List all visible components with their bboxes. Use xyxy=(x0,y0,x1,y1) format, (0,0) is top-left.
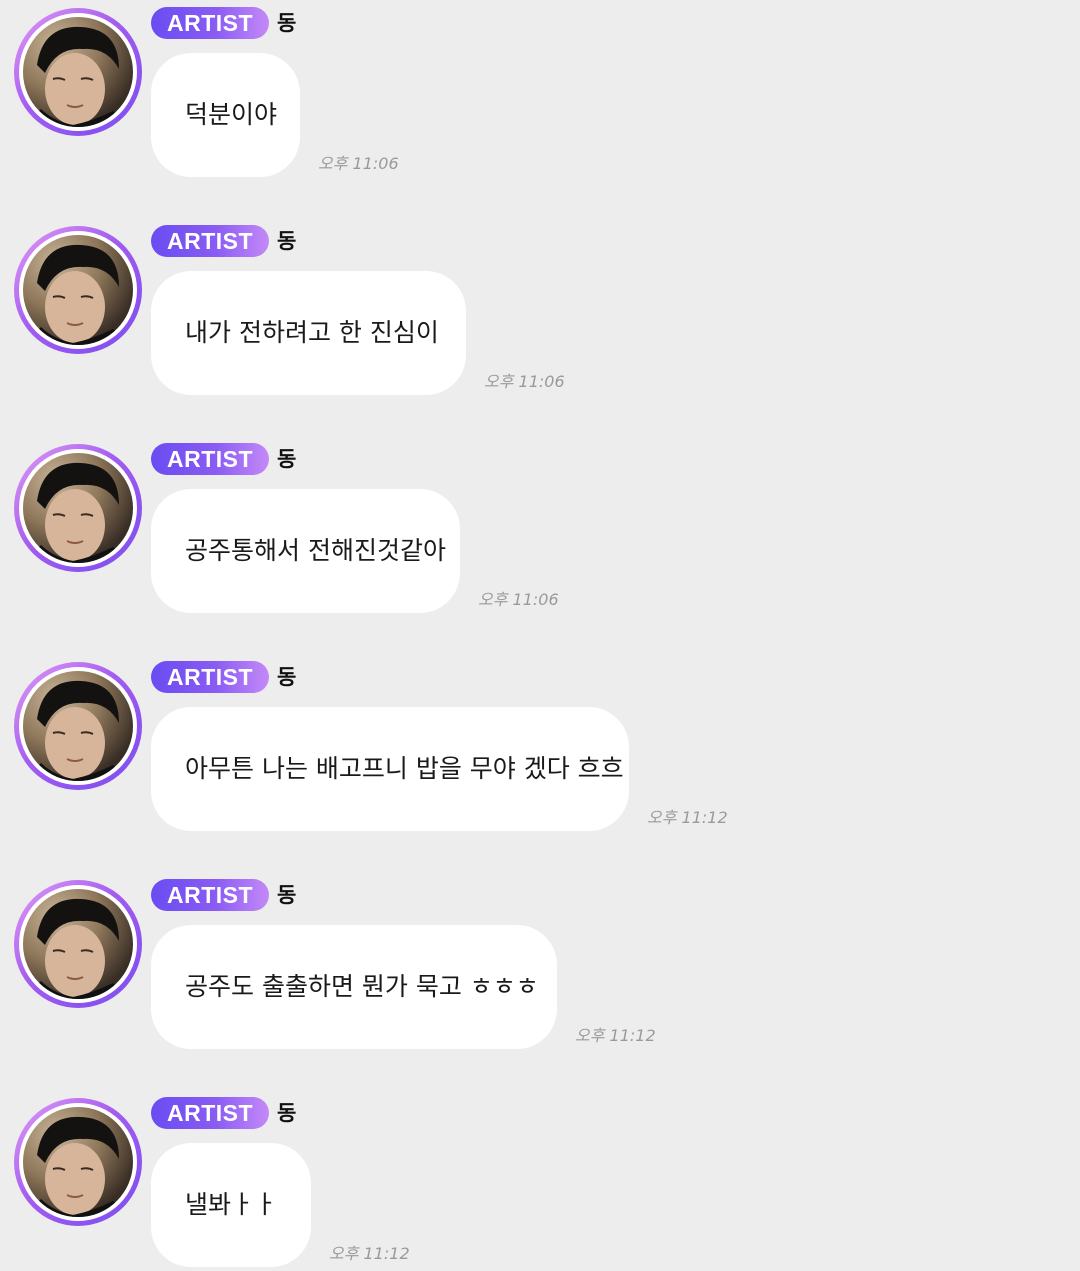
avatar-ring xyxy=(19,13,137,131)
sender-name: 동 xyxy=(277,883,297,907)
avatar-photo xyxy=(23,453,133,563)
artist-badge: ARTIST xyxy=(151,1097,269,1129)
message-bubble[interactable]: 공주도 출출하면 뭔가 묵고 ㅎㅎㅎ xyxy=(151,925,557,1049)
avatar-ring xyxy=(19,885,137,1003)
chat-message: ARTIST 동 덕분이야 오후 11:06 xyxy=(0,0,1080,218)
artist-badge: ARTIST xyxy=(151,661,269,693)
sender-name: 동 xyxy=(277,665,297,689)
artist-badge: ARTIST xyxy=(151,443,269,475)
avatar-photo xyxy=(23,889,133,999)
message-bubble[interactable]: 공주통해서 전해진것같아 xyxy=(151,489,460,613)
avatar-photo xyxy=(23,671,133,781)
avatar-ring xyxy=(19,667,137,785)
message-timestamp: 오후 11:06 xyxy=(318,154,399,173)
message-timestamp: 오후 11:12 xyxy=(575,1026,656,1045)
avatar-photo xyxy=(23,17,133,127)
avatar-photo xyxy=(23,235,133,345)
chat-message-list[interactable]: ARTIST 동 덕분이야 오후 11:06 ARTIST 동 내가 전하려고 … xyxy=(0,0,1080,1271)
message-timestamp: 오후 11:12 xyxy=(329,1244,410,1263)
artist-avatar[interactable] xyxy=(14,662,142,790)
chat-message: ARTIST 동 공주통해서 전해진것같아 오후 11:06 xyxy=(0,436,1080,654)
avatar-ring xyxy=(19,231,137,349)
message-bubble[interactable]: 낼봐ㅏㅏ xyxy=(151,1143,311,1267)
sender-name: 동 xyxy=(277,229,297,253)
artist-avatar[interactable] xyxy=(14,444,142,572)
artist-avatar[interactable] xyxy=(14,8,142,136)
sender-name: 동 xyxy=(277,447,297,471)
message-bubble[interactable]: 아무튼 나는 배고프니 밥을 무야 겠다 흐흐 xyxy=(151,707,629,831)
chat-message: ARTIST 동 아무튼 나는 배고프니 밥을 무야 겠다 흐흐 오후 11:1… xyxy=(0,654,1080,872)
artist-badge: ARTIST xyxy=(151,7,269,39)
sender-name: 동 xyxy=(277,11,297,35)
message-bubble[interactable]: 덕분이야 xyxy=(151,53,300,177)
avatar-ring xyxy=(19,449,137,567)
sender-name: 동 xyxy=(277,1101,297,1125)
chat-message: ARTIST 동 공주도 출출하면 뭔가 묵고 ㅎㅎㅎ 오후 11:12 xyxy=(0,872,1080,1090)
message-timestamp: 오후 11:12 xyxy=(647,808,728,827)
chat-message: ARTIST 동 낼봐ㅏㅏ 오후 11:12 xyxy=(0,1090,1080,1271)
message-bubble[interactable]: 내가 전하려고 한 진심이 xyxy=(151,271,466,395)
avatar-ring xyxy=(19,1103,137,1221)
artist-badge: ARTIST xyxy=(151,879,269,911)
artist-avatar[interactable] xyxy=(14,1098,142,1226)
chat-message: ARTIST 동 내가 전하려고 한 진심이 오후 11:06 xyxy=(0,218,1080,436)
artist-avatar[interactable] xyxy=(14,226,142,354)
artist-avatar[interactable] xyxy=(14,880,142,1008)
artist-badge: ARTIST xyxy=(151,225,269,257)
message-timestamp: 오후 11:06 xyxy=(478,590,559,609)
message-timestamp: 오후 11:06 xyxy=(484,372,565,391)
avatar-photo xyxy=(23,1107,133,1217)
